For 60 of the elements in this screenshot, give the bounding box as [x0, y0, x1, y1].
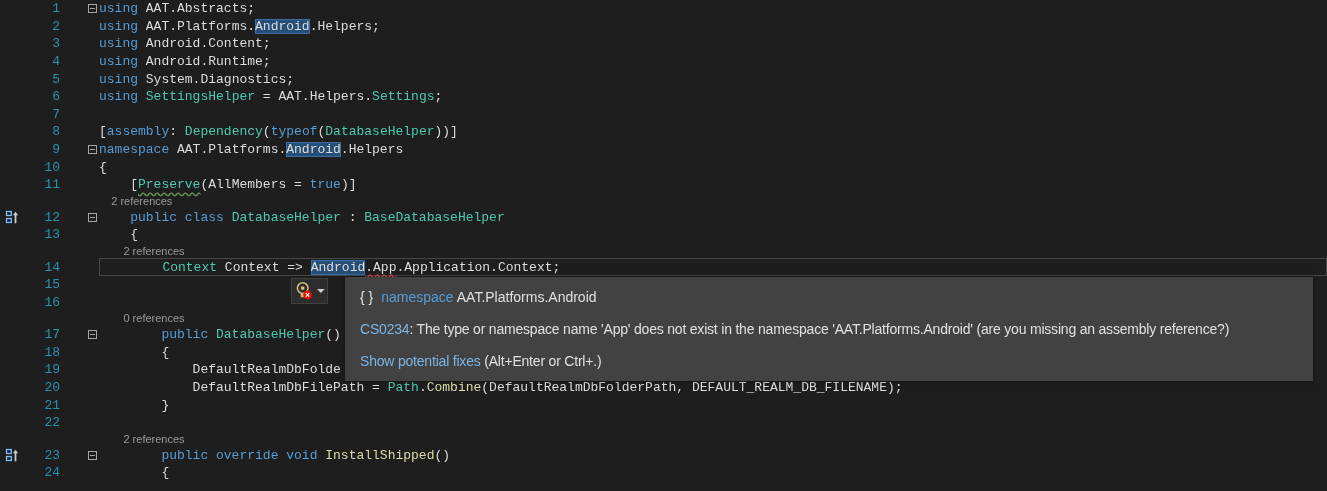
code-line: [assembly: Dependency(typeof(DatabaseHelper))] — [99, 124, 458, 140]
line-number: 10 — [43, 159, 60, 175]
code-line: using SettingsHelper = AAT.Helpers.Settings; — [99, 89, 443, 105]
error-message: CS0234: The type or namespace name 'App' does not exist in the namespace 'AAT.Platforms.Android' (are you missing an assembly reference?) — [360, 321, 1230, 337]
quick-actions-button[interactable] — [291, 278, 328, 304]
code-line: } — [160, 397, 170, 413]
line-number: 24 — [43, 465, 60, 481]
line-number: 20 — [43, 379, 60, 395]
line-number: 1 — [51, 1, 60, 17]
code-line: [Preserve(AllMembers = true)] — [129, 177, 357, 193]
line-number: 23 — [43, 447, 60, 463]
line-number: 14 — [43, 259, 60, 275]
line-number: 4 — [51, 54, 60, 70]
code-line: public class DatabaseHelper : BaseDatabaseHelper — [129, 209, 505, 225]
line-number: 5 — [51, 71, 60, 87]
code-line: using Android.Runtime; — [99, 54, 271, 70]
line-number: 9 — [51, 142, 60, 158]
code-line: { — [160, 465, 170, 481]
code-line: { — [99, 159, 107, 175]
code-line: public DatabaseHelper() — [160, 327, 341, 343]
line-number: 16 — [43, 294, 60, 310]
line-number: 7 — [51, 106, 60, 122]
code-line: public override void InstallShipped() — [160, 447, 451, 463]
override-icon[interactable] — [5, 448, 19, 463]
codelens-link[interactable]: 2 references — [99, 244, 185, 257]
namespace-signature: namespace AAT.Platforms.Android — [381, 289, 597, 305]
caret-icon — [317, 288, 325, 294]
line-number: 13 — [43, 227, 60, 243]
show-fixes-link[interactable]: Show potential fixes — [360, 353, 481, 369]
namespace-icon: { } — [360, 289, 374, 305]
collapse-icon[interactable] — [88, 330, 97, 340]
code-line: { — [160, 344, 170, 360]
line-number: 18 — [43, 344, 60, 360]
collapse-icon[interactable] — [88, 4, 97, 14]
collapse-icon[interactable] — [88, 212, 97, 222]
fix-hint: Show potential fixes (Alt+Enter or Ctrl+.) — [360, 353, 602, 369]
line-number: 12 — [43, 209, 60, 225]
line-number: 3 — [51, 36, 60, 52]
line-number: 22 — [43, 415, 60, 431]
code-line: using System.Diagnostics; — [99, 71, 295, 87]
codelens-link[interactable]: 2 references — [99, 194, 173, 207]
line-number: 15 — [43, 277, 60, 293]
code-line: using Android.Content; — [99, 36, 271, 52]
line-number: 8 — [51, 124, 60, 140]
line-number: 6 — [51, 89, 60, 105]
override-icon[interactable] — [5, 210, 19, 225]
codelens-link[interactable]: 0 references — [99, 312, 185, 325]
code-line: DefaultRealmDbFolde — [191, 362, 341, 378]
code-line: Context Context => Android.App.Application.Context; — [161, 259, 561, 275]
line-number: 21 — [43, 397, 60, 413]
code-line: using AAT.Abstracts; — [99, 1, 256, 17]
line-number: 11 — [43, 177, 60, 193]
collapse-icon[interactable] — [88, 145, 97, 155]
collapse-icon[interactable] — [88, 450, 97, 460]
code-line: DefaultRealmDbFilePath = Path.Combine(DefaultRealmDbFolderPath, DEFAULT_REALM_DB_FILENAME); — [191, 379, 903, 395]
line-number: 2 — [51, 18, 60, 34]
line-number: 17 — [43, 327, 60, 343]
codelens-link[interactable]: 2 references — [99, 432, 185, 445]
code-line: { — [129, 227, 138, 243]
line-number: 19 — [43, 362, 60, 378]
